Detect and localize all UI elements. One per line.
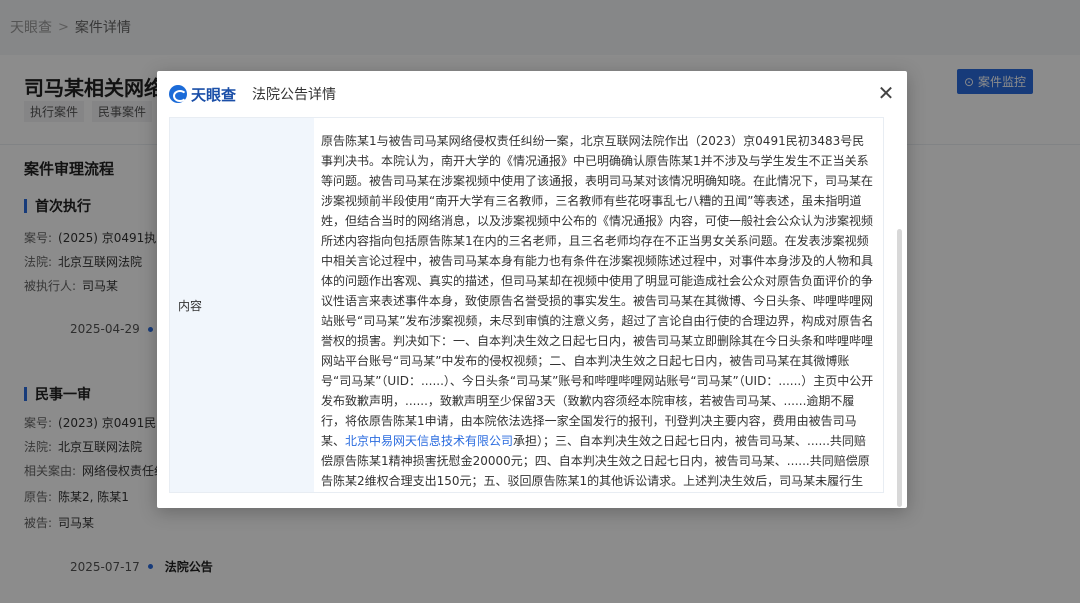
modal-scrollbar[interactable] <box>897 229 902 507</box>
detail-row-content: 内容 原告陈某1与被告司马某网络侵权责任纠纷一案，北京互联网法院作出（2023）… <box>169 117 884 493</box>
company-link[interactable]: 北京中易网天信息技术有限公司 <box>345 434 513 448</box>
content-text: 原告陈某1与被告司马某网络侵权责任纠纷一案，北京互联网法院作出（2023）京04… <box>314 118 883 492</box>
logo-icon <box>169 85 187 103</box>
logo-text: 天眼查 <box>191 85 237 104</box>
modal-body[interactable]: 内容 原告陈某1与被告司马某网络侵权责任纠纷一案，北京互联网法院作出（2023）… <box>169 117 884 493</box>
content-label: 内容 <box>170 118 314 492</box>
modal-title: 法院公告详情 <box>252 87 337 103</box>
content-text-part1: 原告陈某1与被告司马某网络侵权责任纠纷一案，北京互联网法院作出（2023）京04… <box>321 134 874 448</box>
close-icon[interactable]: ✕ <box>875 83 897 105</box>
court-notice-modal: 天眼查 法院公告详情 ✕ 内容 原告陈某1与被告司马某网络侵权责任纠纷一案，北京… <box>157 71 907 508</box>
modal-header: 天眼查 法院公告详情 ✕ <box>157 71 907 117</box>
tianyancha-logo: 天眼查 <box>169 84 236 105</box>
